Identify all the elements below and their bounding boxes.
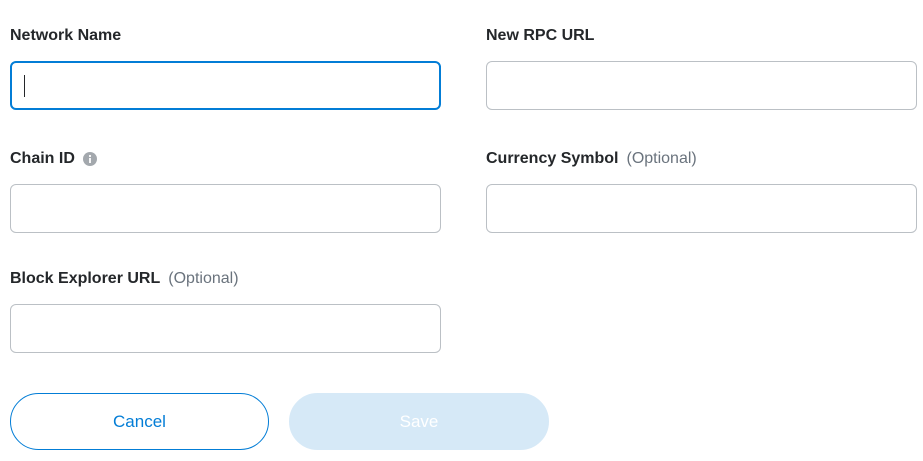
network-name-label-text: Network Name bbox=[10, 27, 122, 44]
block-explorer-label: Block Explorer URL (Optional) bbox=[10, 269, 239, 289]
block-explorer-optional-text: (Optional) bbox=[168, 270, 239, 287]
chain-id-label: Chain ID bbox=[10, 149, 97, 169]
network-name-input[interactable] bbox=[10, 61, 441, 110]
currency-symbol-label: Currency Symbol (Optional) bbox=[486, 149, 697, 169]
network-name-label: Network Name bbox=[10, 26, 121, 46]
currency-symbol-label-text: Currency Symbol bbox=[486, 150, 619, 167]
text-cursor bbox=[24, 75, 25, 97]
rpc-url-label: New RPC URL bbox=[486, 26, 594, 46]
save-button[interactable]: Save bbox=[289, 393, 549, 450]
block-explorer-label-text: Block Explorer URL bbox=[10, 270, 161, 287]
cancel-button[interactable]: Cancel bbox=[10, 393, 269, 450]
currency-symbol-optional-text: (Optional) bbox=[626, 150, 697, 167]
rpc-url-label-text: New RPC URL bbox=[486, 27, 595, 44]
chain-id-input[interactable] bbox=[10, 184, 441, 233]
info-circle-icon[interactable] bbox=[82, 152, 97, 166]
currency-symbol-input[interactable] bbox=[486, 184, 917, 233]
block-explorer-input[interactable] bbox=[10, 304, 441, 353]
rpc-url-input[interactable] bbox=[486, 61, 917, 110]
chain-id-label-text: Chain ID bbox=[10, 150, 75, 167]
